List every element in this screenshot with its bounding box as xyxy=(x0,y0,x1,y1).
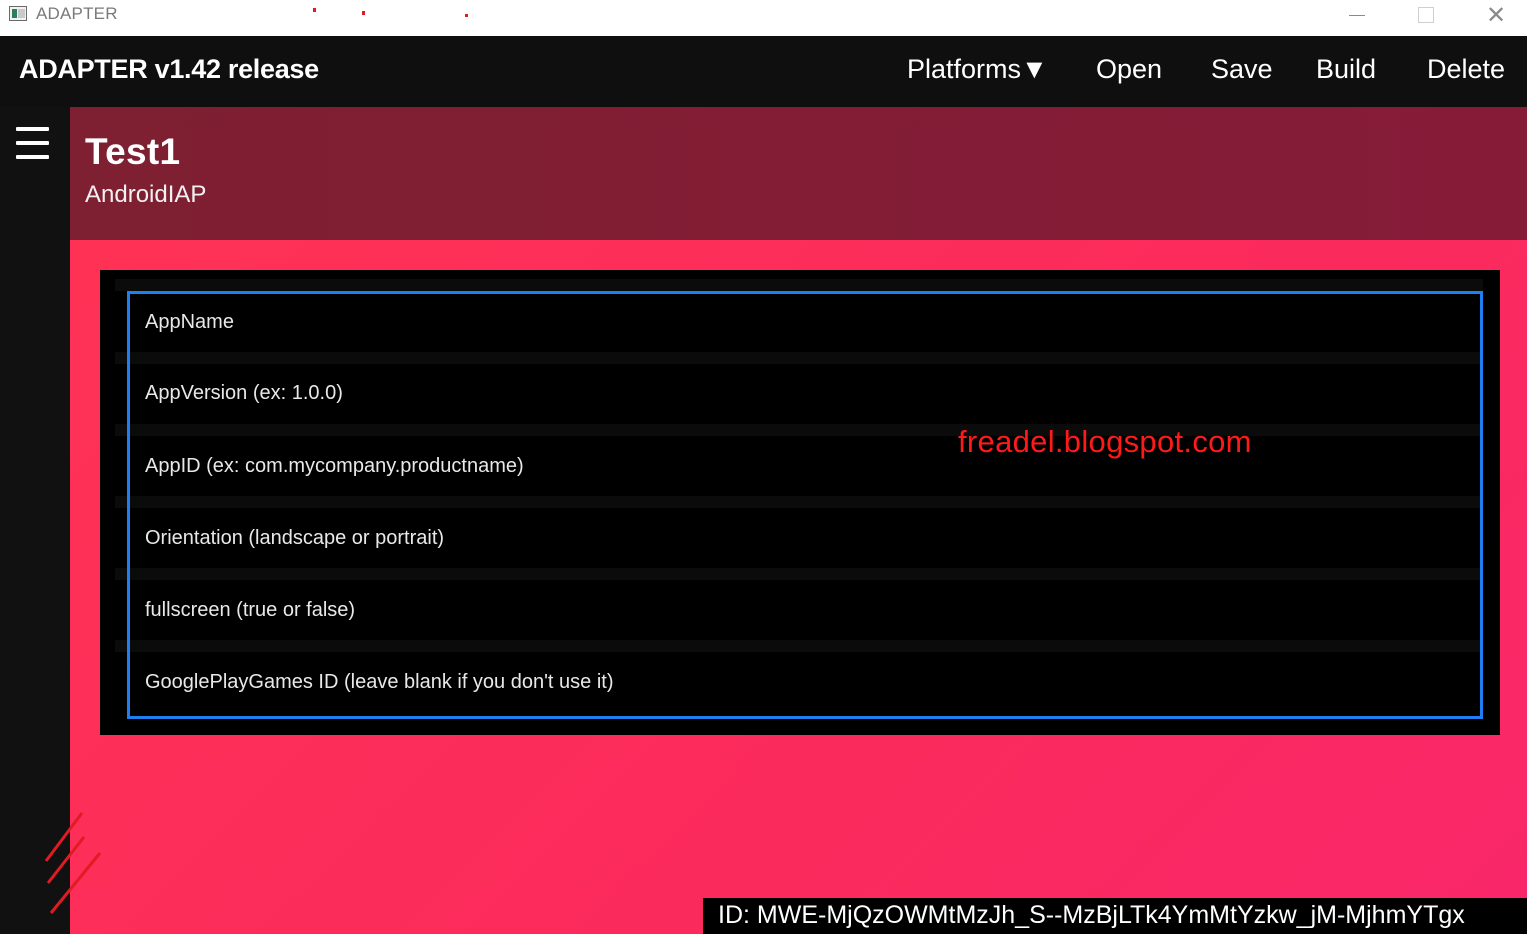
project-header: Test1 AndroidIAP xyxy=(70,107,1527,240)
red-mark-1 xyxy=(313,8,316,12)
project-type: AndroidIAP xyxy=(85,181,207,208)
save-button[interactable]: Save xyxy=(1211,54,1273,85)
minimize-icon[interactable] xyxy=(1322,0,1392,30)
platforms-menu[interactable]: Platforms▼ xyxy=(907,54,1048,85)
focus-outline xyxy=(127,291,1483,719)
build-button[interactable]: Build xyxy=(1316,54,1376,85)
red-mark-3 xyxy=(465,14,468,17)
open-button[interactable]: Open xyxy=(1096,54,1162,85)
watermark-text: freadel.blogspot.com xyxy=(958,424,1252,459)
maximize-icon[interactable] xyxy=(1391,0,1461,30)
hamburger-menu-icon[interactable] xyxy=(16,127,49,161)
id-label: ID: MWE-MjQzOWMtMzJh_S--MzBjLTk4YmMtYzkw… xyxy=(703,898,1527,934)
close-icon[interactable]: ✕ xyxy=(1461,0,1527,30)
slash-marks-icon xyxy=(44,812,102,914)
window-titlebar: ADAPTER ✕ xyxy=(0,0,1527,36)
app-brand: ADAPTER v1.42 release xyxy=(19,54,319,84)
project-title: Test1 xyxy=(85,131,181,172)
red-mark-2 xyxy=(362,11,365,15)
app-header: ADAPTER v1.42 release Platforms▼ Open Sa… xyxy=(0,36,1527,107)
app-icon xyxy=(9,6,27,21)
delete-button[interactable]: Delete xyxy=(1427,54,1505,85)
window-title: ADAPTER xyxy=(36,4,118,23)
